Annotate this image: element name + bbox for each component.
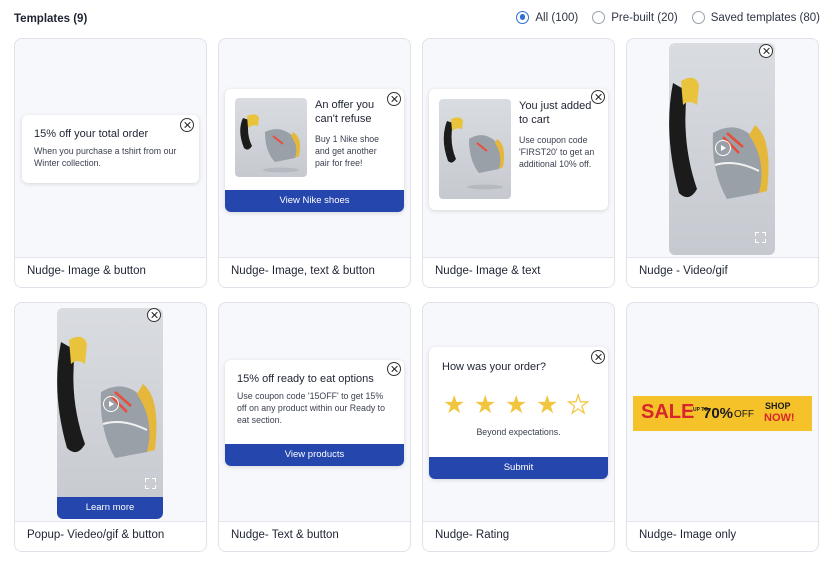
shoe-illustration [240,114,301,173]
star-icon[interactable]: ★ [474,393,496,418]
template-card-popup-video-button[interactable]: Learn more Popup- Viedeo/gif & button [14,302,207,552]
nudge-preview: 15% off your total order When you purcha… [22,115,199,183]
view-products-button[interactable]: View products [225,444,404,466]
nudge-preview: You just added to cart Use coupon code '… [429,89,608,210]
nudge-body: Use coupon code 'FIRST20' to get an addi… [519,135,595,169]
view-nike-shoes-button[interactable]: View Nike shoes [225,190,404,212]
filter-all[interactable]: All (100) [516,11,578,24]
rating-caption: Beyond expectations. [476,427,561,437]
learn-more-button[interactable]: Learn more [57,497,163,519]
filter-pre-built[interactable]: Pre-built (20) [592,11,678,24]
close-icon[interactable] [591,350,605,364]
card-title: Nudge - Video/gif [627,257,818,287]
nudge-body: Use coupon code '15OFF' to get 15% off o… [237,391,386,425]
sale-text: SALE [641,401,695,423]
radio-selected-icon[interactable] [516,11,530,24]
play-icon[interactable] [103,396,119,412]
fullscreen-icon[interactable] [755,232,766,243]
off-text: OFF [734,409,754,420]
star-icon[interactable]: ★ [566,392,590,418]
star-icon[interactable]: ★ [443,393,465,418]
template-card-rating[interactable]: How was your order? ★ ★ ★ ★ ★ Beyond expecta… [422,302,615,552]
template-card-text-button[interactable]: 15% off ready to eat options Use coupon … [218,302,411,552]
card-title: Nudge- Image & button [15,257,206,287]
template-card-image-button[interactable]: 15% off your total order When you purcha… [14,38,207,288]
card-title: Nudge- Text & button [219,521,410,551]
card-title: Nudge- Image only [627,521,818,551]
shoe-image [235,98,307,177]
star-icon[interactable]: ★ [505,393,527,418]
sale-banner: SALE UP TO 70% OFF SHOP NOW! [633,396,812,431]
template-card-image-text[interactable]: You just added to cart Use coupon code '… [422,38,615,288]
close-icon[interactable] [387,362,401,376]
nudge-body: When you purchase a tshirt from our Wint… [34,146,177,168]
fullscreen-icon[interactable] [145,478,156,489]
nudge-preview: How was your order? ★ ★ ★ ★ ★ Beyond expecta… [429,347,608,479]
card-title: Nudge- Image, text & button [219,257,410,287]
radio-icon[interactable] [691,11,705,24]
template-card-image-only[interactable]: SALE UP TO 70% OFF SHOP NOW! Nudge- Imag… [626,302,819,552]
page-title: Templates (9) [14,13,88,25]
close-icon[interactable] [387,92,401,106]
shoe-image [439,99,511,199]
radio-icon[interactable] [592,11,606,24]
card-title: Popup- Viedeo/gif & button [15,521,206,551]
close-icon[interactable] [180,118,194,132]
nudge-title: An offer you can't refuse [315,99,375,125]
nudge-preview: An offer you can't refuse Buy 1 Nike sho… [225,89,404,212]
nudge-title: How was your order? [442,361,546,373]
nudge-preview: 15% off ready to eat options Use coupon … [225,360,404,466]
close-icon[interactable] [591,90,605,104]
video-preview [669,43,775,255]
close-icon[interactable] [147,308,161,322]
filter-saved-templates[interactable]: Saved templates (80) [691,11,820,24]
submit-button[interactable]: Submit [429,457,608,479]
nudge-title: 15% off your total order [34,128,149,140]
template-card-image-text-button[interactable]: An offer you can't refuse Buy 1 Nike sho… [218,38,411,288]
card-title: Nudge- Rating [423,521,614,551]
close-icon[interactable] [759,44,773,58]
card-title: Nudge- Image & text [423,257,614,287]
nudge-title: 15% off ready to eat options [237,373,374,385]
template-card-video-gif[interactable]: Nudge - Video/gif [626,38,819,288]
now-text: NOW! [764,412,795,424]
star-icon[interactable]: ★ [536,393,558,418]
nudge-body: Buy 1 Nike shoe and get another pair for… [315,134,380,168]
templates-header: Templates (9) All (100) Pre-built (20) S… [14,0,820,38]
shop-text: SHOP [765,401,791,411]
filter-saved-label: Saved templates (80) [710,11,820,24]
nudge-title: You just added to cart [519,100,592,126]
template-filter-group: All (100) Pre-built (20) Saved templates… [516,11,820,24]
video-preview: Learn more [57,308,163,519]
shoe-illustration [443,117,505,190]
play-icon[interactable] [715,140,731,156]
discount-text: 70% [703,405,734,422]
filter-all-label: All (100) [535,11,579,24]
filter-pre-built-label: Pre-built (20) [611,11,678,24]
